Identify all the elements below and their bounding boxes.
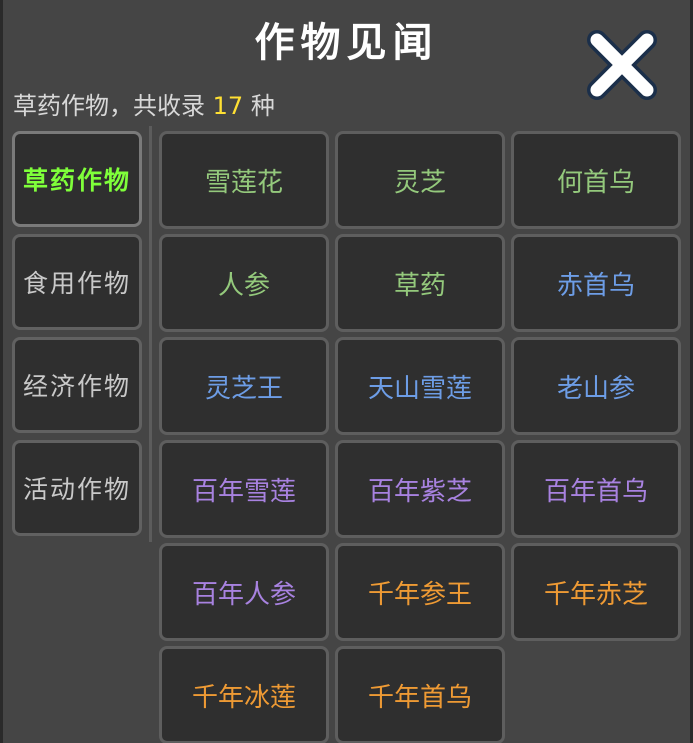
collection-count: 17: [212, 92, 244, 120]
crop-item[interactable]: 千年首乌: [335, 646, 505, 743]
crop-item[interactable]: 千年冰莲: [159, 646, 329, 743]
crop-item[interactable]: 人参: [159, 234, 329, 332]
category-tab-economic[interactable]: 经济作物: [12, 337, 142, 433]
sidebar-divider: [149, 126, 152, 542]
collection-summary: 草药作物，共收录 17 种: [13, 86, 275, 121]
crop-item[interactable]: 何首乌: [511, 131, 681, 229]
crop-encyclopedia-panel: 作物见闻 草药作物，共收录 17 种 草药作物 食用作物 经济作物 活动作物 雪…: [0, 0, 693, 743]
category-tab-event[interactable]: 活动作物: [12, 440, 142, 536]
summary-suffix: 种: [250, 92, 275, 120]
crop-item[interactable]: 千年赤芝: [511, 543, 681, 641]
crop-item[interactable]: 赤首乌: [511, 234, 681, 332]
close-button[interactable]: [585, 28, 659, 102]
crop-item[interactable]: 百年紫芝: [335, 440, 505, 538]
crop-item[interactable]: 灵芝王: [159, 337, 329, 435]
crop-item[interactable]: 百年雪莲: [159, 440, 329, 538]
summary-prefix: 草药作物，共收录: [13, 92, 205, 120]
category-tab-food[interactable]: 食用作物: [12, 234, 142, 330]
crop-item[interactable]: 雪莲花: [159, 131, 329, 229]
crop-item[interactable]: 灵芝: [335, 131, 505, 229]
close-icon: [587, 30, 657, 100]
crop-item[interactable]: 千年参王: [335, 543, 505, 641]
crop-item[interactable]: 百年人参: [159, 543, 329, 641]
crop-item[interactable]: 百年首乌: [511, 440, 681, 538]
crop-item[interactable]: 天山雪莲: [335, 337, 505, 435]
crop-item[interactable]: 草药: [335, 234, 505, 332]
category-tab-herbal[interactable]: 草药作物: [12, 131, 142, 227]
crop-item[interactable]: 老山参: [511, 337, 681, 435]
